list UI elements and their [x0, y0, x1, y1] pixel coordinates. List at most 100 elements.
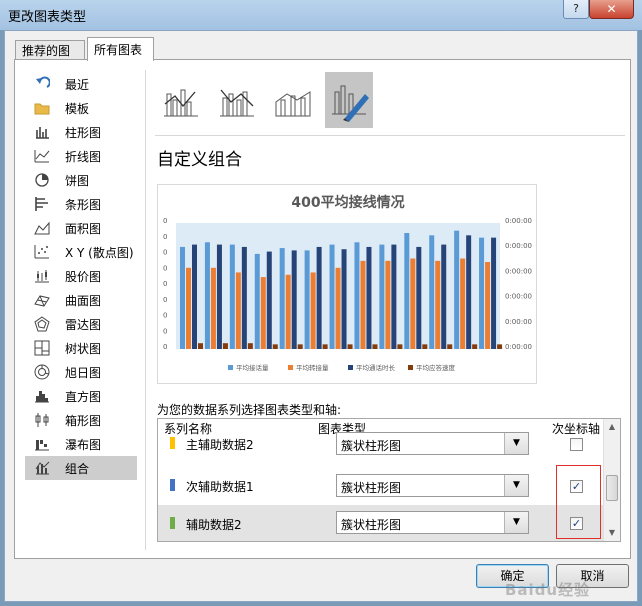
help-button[interactable]: ?: [563, 0, 589, 19]
series-name: 辅助数据2: [186, 518, 242, 532]
sidebar-item[interactable]: 组合: [25, 456, 137, 480]
chart-type-dropdown[interactable]: 簇状柱形图 ▼: [336, 474, 529, 497]
bar: [416, 246, 422, 349]
chart-preview: 0 0 0 0 0 0 0 0 0 0:00:00 0:00:00 0:00:00 0:00:00 0:0…: [157, 184, 537, 384]
bar: [466, 235, 472, 349]
divider: [145, 70, 146, 550]
legend-label: 平均通话时长: [356, 363, 396, 372]
bar: [198, 343, 203, 349]
sidebar-item[interactable]: 旭日图: [25, 360, 137, 384]
subtype-clustered-column-line[interactable]: [157, 72, 205, 128]
bar: [297, 344, 303, 349]
surface-chart-icon: [33, 292, 51, 308]
sidebar-item[interactable]: 箱形图: [25, 408, 137, 432]
sidebar-item-label: 雷达图: [65, 317, 102, 332]
bar: [216, 244, 222, 349]
area-chart-icon: [33, 220, 51, 236]
series-row[interactable]: 主辅助数据2 簇状柱形图 ▼: [158, 431, 604, 467]
y-left-tick-label: 0: [163, 343, 167, 351]
tab-recommended-charts[interactable]: 推荐的图表: [15, 40, 85, 75]
bar: [472, 344, 478, 349]
sidebar-item[interactable]: 条形图: [25, 192, 137, 216]
chart-type-value: 簇状柱形图: [341, 518, 402, 532]
sidebar-item-label: 瀑布图: [65, 437, 102, 452]
series-table-scrollbar[interactable]: ▲ ▼: [603, 419, 620, 541]
sidebar-item[interactable]: 树状图: [25, 336, 137, 360]
sidebar-item[interactable]: 柱形图: [25, 120, 137, 144]
scroll-down-icon[interactable]: ▼: [604, 525, 620, 541]
stacked-area-clustered-column-icon: [275, 91, 311, 117]
bar: [304, 250, 310, 349]
bar: [210, 267, 216, 349]
bar: [422, 344, 428, 349]
close-button[interactable]: ✕: [589, 0, 634, 19]
chart-type-dropdown[interactable]: 簇状柱形图 ▼: [336, 511, 529, 534]
radar-chart-icon: [33, 316, 51, 332]
series-row[interactable]: 次辅助数据1 簇状柱形图 ▼ ✓: [158, 467, 604, 503]
bar: [354, 242, 360, 349]
subtype-custom-combination[interactable]: [325, 72, 373, 128]
sunburst-chart-icon: [33, 364, 51, 380]
sidebar-item-label: 饼图: [65, 173, 90, 188]
subtype-clustered-column-line-secondary-axis[interactable]: [213, 72, 261, 128]
sidebar-item-label: 组合: [65, 461, 90, 476]
window-title: 更改图表类型: [8, 10, 87, 25]
y-left-tick-label: 0: [163, 264, 167, 272]
bar: [192, 244, 197, 349]
series-color-swatch: [170, 517, 175, 529]
chevron-down-icon[interactable]: ▼: [504, 433, 528, 454]
bar: [479, 237, 485, 349]
sidebar-item[interactable]: 股价图: [25, 264, 137, 288]
sidebar-item-label: 旭日图: [65, 365, 102, 380]
bar: [285, 274, 291, 349]
sidebar-item-label: 模板: [65, 101, 90, 116]
bar: [379, 244, 385, 349]
series-color-swatch: [170, 437, 175, 449]
series-name: 主辅助数据2: [186, 438, 254, 452]
sidebar-item[interactable]: X Y (散点图): [25, 240, 137, 264]
y-right-tick-label: 0:00:00: [505, 343, 532, 351]
bar: [372, 344, 378, 349]
sidebar-item[interactable]: 直方图: [25, 384, 137, 408]
bar: [279, 248, 285, 349]
sidebar-item[interactable]: 饼图: [25, 168, 137, 192]
series-row[interactable]: 辅助数据2 簇状柱形图 ▼ ✓: [158, 505, 604, 541]
legend-swatch: [228, 365, 233, 370]
subtype-stacked-area-clustered-column[interactable]: [269, 72, 317, 128]
scroll-up-icon[interactable]: ▲: [604, 419, 620, 435]
legend-label: 平均转接量: [296, 363, 329, 372]
scroll-thumb[interactable]: [606, 475, 618, 501]
bar: [491, 237, 497, 349]
secondary-axis-checkbox[interactable]: [570, 438, 583, 451]
bar: [385, 260, 391, 349]
y-right-tick-label: 0:00:00: [505, 293, 532, 301]
sidebar-item[interactable]: 曲面图: [25, 288, 137, 312]
chart-type-dropdown[interactable]: 簇状柱形图 ▼: [336, 432, 529, 455]
chart-subtype-gallery: [157, 72, 373, 128]
sidebar-item[interactable]: 雷达图: [25, 312, 137, 336]
chevron-down-icon[interactable]: ▼: [504, 475, 528, 496]
chart-type-value: 簇状柱形图: [341, 439, 402, 453]
chevron-down-icon[interactable]: ▼: [504, 512, 528, 533]
folder-icon: [33, 100, 51, 116]
sidebar-item[interactable]: 模板: [25, 96, 137, 120]
tab-all-charts[interactable]: 所有图表: [87, 37, 154, 61]
line-chart-icon: [33, 148, 51, 164]
sidebar-item[interactable]: 折线图: [25, 144, 137, 168]
custom-combination-icon: [332, 85, 369, 122]
dialog-body: 推荐的图表 所有图表 最近模板柱形图折线图饼图条形图面积图 X Y (散点图) 股价…: [4, 30, 638, 602]
y-left-tick-label: 0: [163, 217, 167, 225]
series-section-label: 为您的数据系列选择图表类型和轴:: [157, 403, 342, 417]
bar: [254, 253, 260, 349]
series-table: 系列名称 图表类型 次坐标轴 主辅助数据2 簇状柱形图 ▼ 次辅助数据1 簇状柱…: [157, 418, 621, 542]
undo-arrow-icon: [33, 76, 51, 92]
bar: [229, 244, 235, 349]
waterfall-chart-icon: [33, 436, 51, 452]
sidebar-item[interactable]: 最近: [25, 72, 137, 96]
sidebar-item[interactable]: 面积图: [25, 216, 137, 240]
combo-heading: 自定义组合: [157, 150, 242, 170]
chart-type-list: 最近模板柱形图 折线图饼图条形图 面积图 X Y (散点图) 股价图 曲面图雷达图树状图旭…: [25, 72, 137, 480]
bar: [204, 242, 210, 349]
sidebar-item[interactable]: 瀑布图: [25, 432, 137, 456]
bar-chart-icon: [33, 196, 51, 212]
